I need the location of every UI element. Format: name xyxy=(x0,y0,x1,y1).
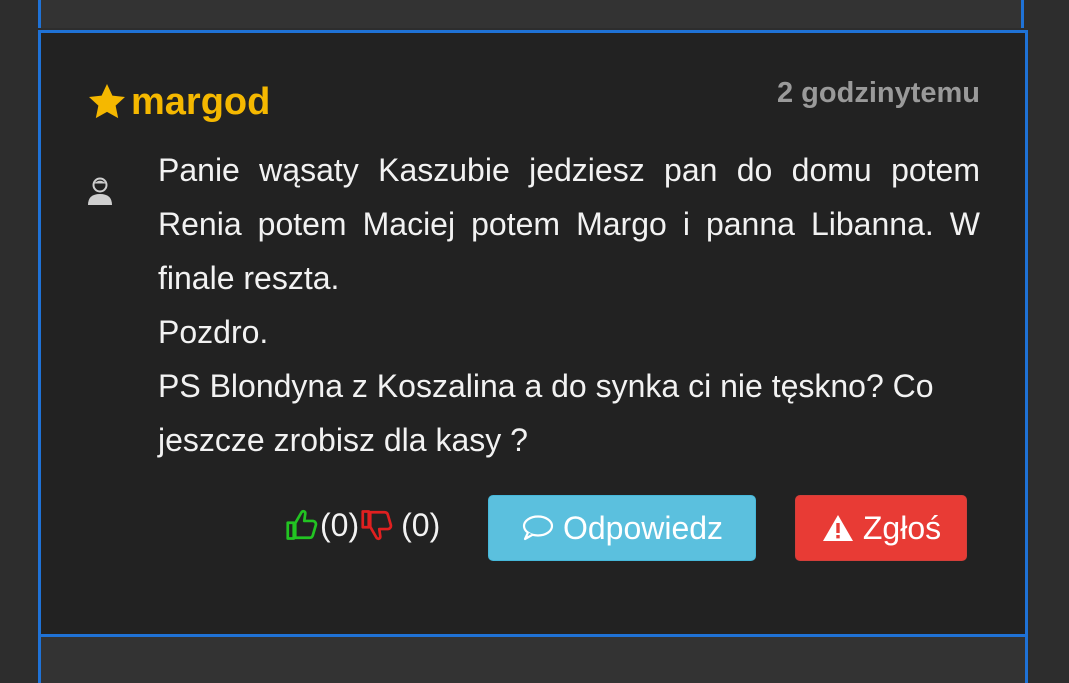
comment-actions: (0) (0) Odpowiedz Zgłoś xyxy=(41,495,1025,561)
warning-icon xyxy=(822,515,853,541)
thumbs-up-icon[interactable] xyxy=(284,507,320,543)
reply-label: Odpowiedz xyxy=(562,509,724,546)
dislike-count: (0) xyxy=(401,507,441,543)
next-comment-card xyxy=(38,637,1028,683)
thumbs-down-icon[interactable] xyxy=(359,507,395,543)
reply-button[interactable]: Odpowiedz xyxy=(488,495,756,561)
vote-controls: (0) (0) xyxy=(284,503,440,547)
comment-author[interactable]: margod xyxy=(85,80,270,124)
previous-comment-card xyxy=(38,0,1024,28)
comment-paragraph: Panie wąsaty Kaszubie jedziesz pan do do… xyxy=(158,152,980,296)
author-name: margod xyxy=(131,81,271,123)
speech-bubble-icon xyxy=(522,515,554,541)
report-label: Zgłoś xyxy=(862,509,942,546)
comment-timestamp: 2 godzinytemu xyxy=(776,77,980,109)
comment-body: Panie wąsaty Kaszubie jedziesz pan do do… xyxy=(158,143,980,467)
page: margod 2 godzinytemu Panie wąsaty Kaszub… xyxy=(0,0,1069,683)
user-avatar-icon xyxy=(88,177,112,205)
like-count: (0) xyxy=(320,507,360,543)
report-button[interactable]: Zgłoś xyxy=(795,495,967,561)
comment-card: margod 2 godzinytemu Panie wąsaty Kaszub… xyxy=(38,30,1028,637)
comment-paragraph: Pozdro. xyxy=(158,314,269,350)
star-icon xyxy=(89,84,125,119)
comment-paragraph: PS Blondyna z Koszalina a do synka ci ni… xyxy=(158,368,934,458)
